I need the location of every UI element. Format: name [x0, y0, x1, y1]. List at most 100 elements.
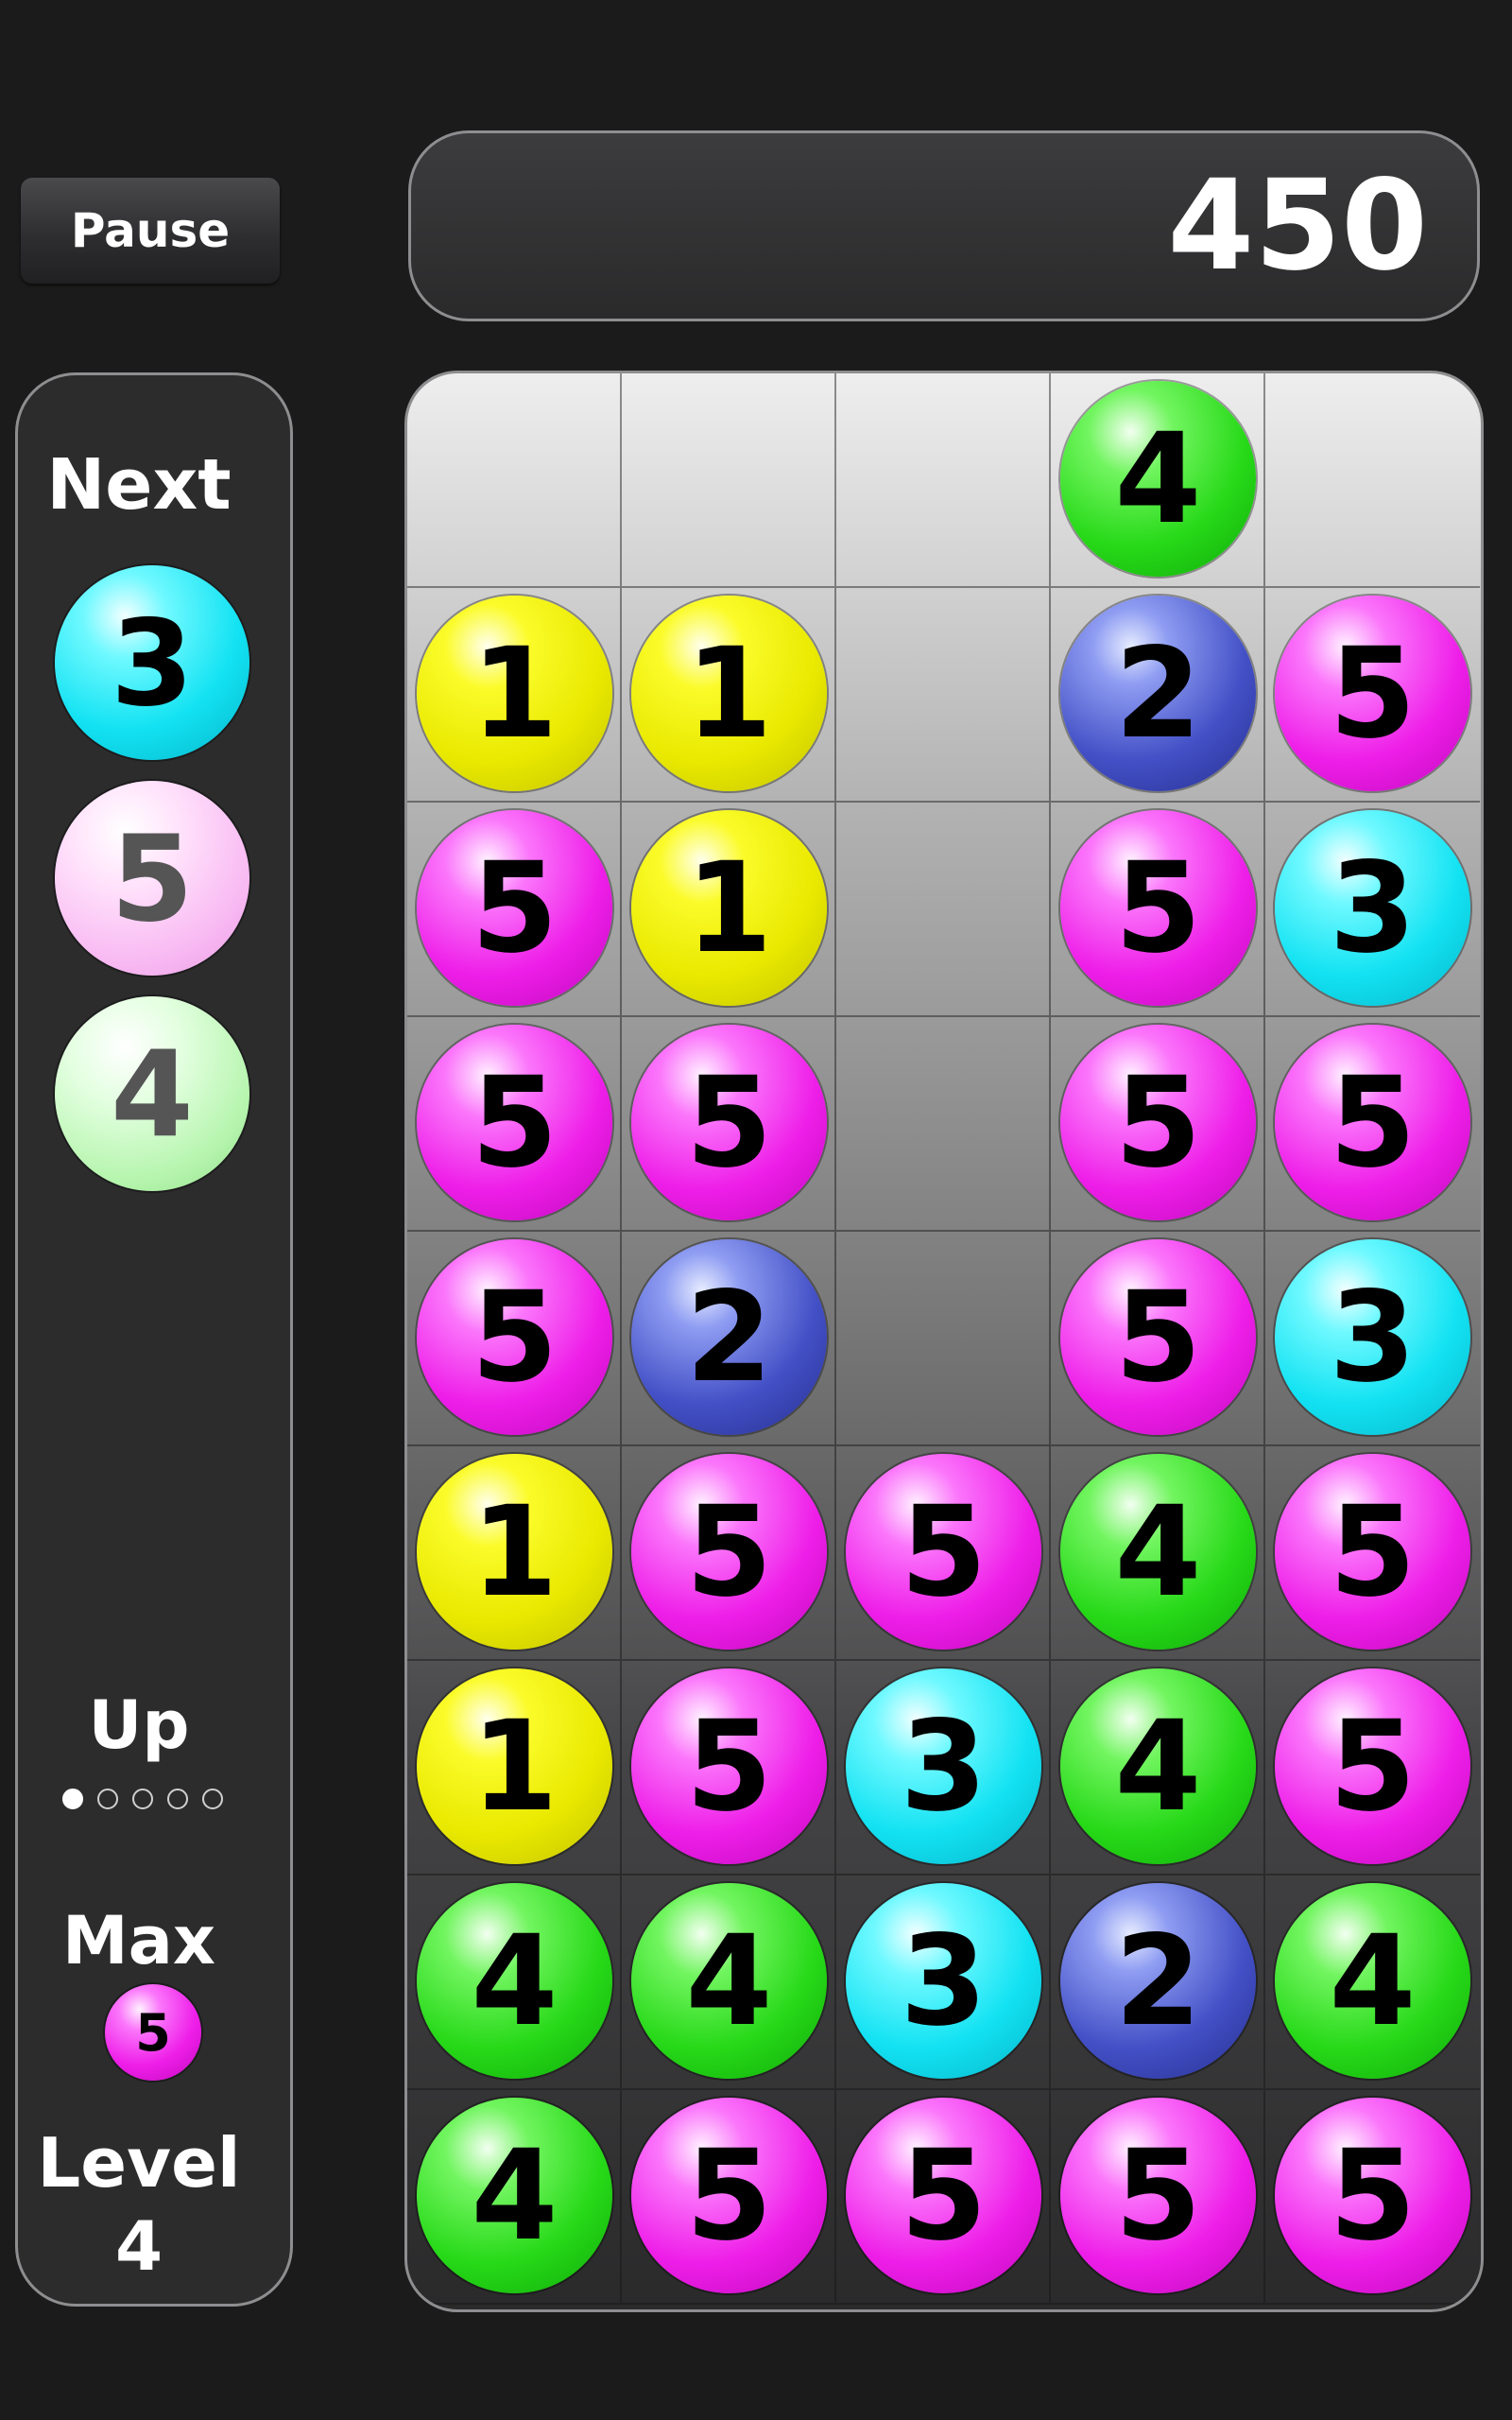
number-ball: 5 [1060, 1025, 1256, 1220]
board-cell[interactable] [836, 1232, 1051, 1446]
number-ball: 5 [1060, 1239, 1256, 1435]
board-cell[interactable]: 5 [622, 1446, 836, 1661]
number-ball-value: 4 [685, 1908, 773, 2054]
board-cell[interactable]: 5 [1265, 2090, 1480, 2305]
number-ball: 5 [846, 1454, 1041, 1650]
board-cell[interactable] [622, 373, 836, 588]
number-ball: 5 [631, 1025, 827, 1220]
board-cell[interactable]: 5 [407, 1017, 622, 1232]
number-ball-value: 2 [1114, 1908, 1202, 2054]
board-cell[interactable]: 4 [1265, 1876, 1480, 2090]
level-indicator: Level 4 [0, 2121, 278, 2288]
board-cell[interactable]: 2 [1051, 1876, 1265, 2090]
number-ball: 5 [1275, 1668, 1470, 1864]
board-cell[interactable]: 5 [1051, 1017, 1265, 1232]
board-cell[interactable]: 4 [407, 1876, 622, 2090]
board-cell[interactable]: 5 [1265, 1446, 1480, 1661]
number-ball-value: 5 [1329, 1049, 1417, 1196]
number-ball: 1 [631, 596, 827, 791]
number-ball-value: 5 [1114, 1264, 1202, 1410]
board-cell[interactable]: 5 [407, 1232, 622, 1446]
number-ball: 4 [1060, 1668, 1256, 1864]
board-cell[interactable]: 1 [407, 1661, 622, 1876]
board-cell[interactable] [1265, 373, 1480, 588]
number-ball-value: 5 [685, 1693, 773, 1840]
board-cell[interactable]: 1 [622, 588, 836, 803]
number-ball: 4 [1275, 1883, 1470, 2079]
board-cell[interactable]: 4 [622, 1876, 836, 2090]
board-cell[interactable]: 5 [407, 803, 622, 1017]
number-ball: 5 [846, 2098, 1041, 2293]
board-cell[interactable] [836, 373, 1051, 588]
number-ball-value: 3 [1329, 1264, 1417, 1410]
number-ball-value: 1 [685, 620, 773, 767]
next-ball-2-value: 5 [111, 808, 194, 948]
number-ball: 3 [846, 1668, 1041, 1864]
board-cell[interactable]: 5 [622, 1661, 836, 1876]
board-cell[interactable]: 5 [1265, 1017, 1480, 1232]
board-cell[interactable]: 1 [407, 588, 622, 803]
board-cell[interactable]: 5 [1051, 2090, 1265, 2305]
number-ball-value: 4 [471, 2122, 558, 2269]
up-progress-dots [62, 1789, 223, 1809]
board-cell[interactable]: 5 [836, 2090, 1051, 2305]
level-value: 4 [114, 2206, 163, 2286]
board-cell[interactable]: 4 [407, 2090, 622, 2305]
number-ball-value: 4 [1114, 1693, 1202, 1840]
board-cell[interactable]: 4 [1051, 373, 1265, 588]
board-cell[interactable]: 4 [1051, 1446, 1265, 1661]
number-ball: 5 [1275, 1025, 1470, 1220]
board-cell[interactable]: 1 [622, 803, 836, 1017]
board-cell[interactable]: 5 [1051, 803, 1265, 1017]
number-ball-value: 5 [471, 835, 558, 981]
board-cell[interactable] [836, 1017, 1051, 1232]
board-cell[interactable]: 3 [836, 1876, 1051, 2090]
board-cell[interactable]: 3 [1265, 803, 1480, 1017]
board-cell[interactable] [836, 588, 1051, 803]
number-ball-value: 5 [1329, 1478, 1417, 1625]
number-ball-value: 1 [471, 620, 558, 767]
number-ball: 3 [1275, 1239, 1470, 1435]
number-ball: 4 [417, 1883, 612, 2079]
board-cell[interactable]: 5 [1051, 1232, 1265, 1446]
number-ball: 3 [1275, 810, 1470, 1006]
board-cell[interactable]: 2 [622, 1232, 836, 1446]
number-ball: 5 [1060, 2098, 1256, 2293]
number-ball: 5 [417, 810, 612, 1006]
number-ball-value: 5 [471, 1264, 558, 1410]
number-ball-value: 3 [900, 1693, 988, 1840]
number-ball-value: 2 [1114, 620, 1202, 767]
board-cell[interactable]: 5 [622, 2090, 836, 2305]
number-ball-value: 5 [1329, 1693, 1417, 1840]
number-ball: 5 [417, 1239, 612, 1435]
board-cell[interactable]: 1 [407, 1446, 622, 1661]
max-ball-value: 5 [135, 2002, 171, 2063]
number-ball: 1 [417, 1668, 612, 1864]
board-cell[interactable]: 2 [1051, 588, 1265, 803]
number-ball-value: 5 [900, 1478, 988, 1625]
board-cell[interactable]: 5 [622, 1017, 836, 1232]
up-progress-dot [202, 1789, 223, 1809]
board-cell[interactable] [836, 803, 1051, 1017]
number-ball: 5 [631, 1668, 827, 1864]
board-cell[interactable]: 4 [1051, 1661, 1265, 1876]
next-ball-2: 5 [55, 781, 249, 976]
board-cell[interactable]: 5 [836, 1446, 1051, 1661]
number-ball-value: 4 [471, 1908, 558, 2054]
board-cell[interactable]: 3 [836, 1661, 1051, 1876]
next-ball-1-value: 3 [111, 593, 194, 733]
board-cell[interactable]: 5 [1265, 588, 1480, 803]
next-ball-1: 3 [55, 565, 249, 760]
number-ball-value: 5 [685, 2122, 773, 2269]
number-ball-value: 5 [1329, 620, 1417, 767]
number-ball: 2 [631, 1239, 827, 1435]
board-cell[interactable] [407, 373, 622, 588]
number-ball: 5 [631, 1454, 827, 1650]
number-ball-value: 5 [1114, 2122, 1202, 2269]
board-cell[interactable]: 5 [1265, 1661, 1480, 1876]
pause-button[interactable]: Pause [21, 178, 280, 284]
up-progress-dot [132, 1789, 153, 1809]
up-label: Up [88, 1686, 190, 1764]
board-cell[interactable]: 3 [1265, 1232, 1480, 1446]
number-ball-value: 1 [471, 1478, 558, 1625]
